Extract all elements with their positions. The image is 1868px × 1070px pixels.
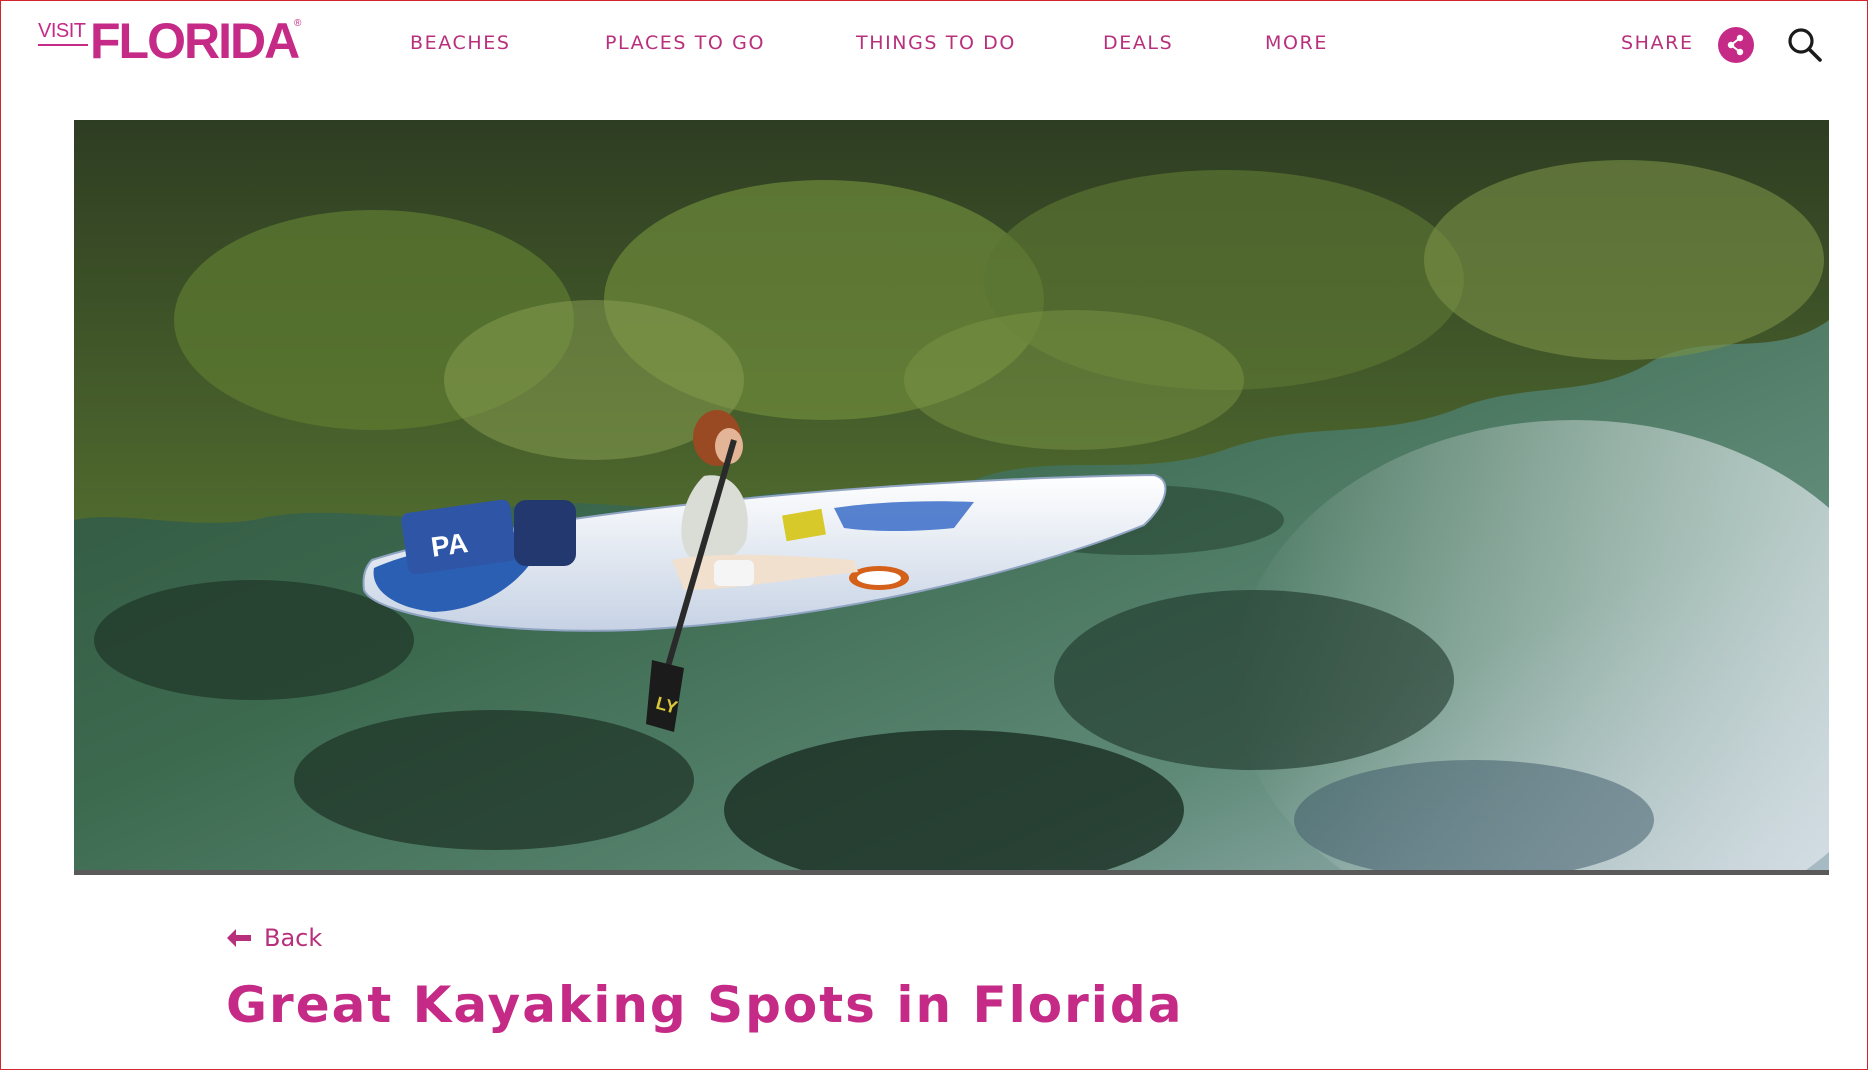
back-label: Back <box>264 924 323 952</box>
page-title: Great Kayaking Spots in Florida <box>226 976 1184 1034</box>
nav-item-more[interactable]: MORE <box>1265 32 1328 54</box>
logo-visit-text: VISIT <box>38 20 86 42</box>
nav-item-places-to-go[interactable]: PLACES TO GO <box>605 32 765 54</box>
svg-text:PA: PA <box>429 527 470 563</box>
hero-image: PA LY <box>74 120 1829 875</box>
share-label[interactable]: SHARE <box>1621 32 1694 54</box>
nav-item-deals[interactable]: DEALS <box>1103 32 1173 54</box>
search-icon[interactable] <box>1786 26 1824 64</box>
nav-item-beaches[interactable]: BEACHES <box>410 32 511 54</box>
share-icon[interactable] <box>1718 27 1754 63</box>
site-header: VISIT FLORIDA ® BEACHES PLACES TO GO THI… <box>0 0 1868 100</box>
logo-florida-text: FLORIDA <box>90 13 300 69</box>
nav-item-things-to-do[interactable]: THINGS TO DO <box>856 32 1016 54</box>
back-button[interactable]: Back <box>226 922 322 954</box>
hero-divider <box>74 870 1829 875</box>
logo-registered-mark: ® <box>294 18 302 29</box>
visit-florida-logo[interactable]: VISIT FLORIDA ® <box>38 14 318 70</box>
logo-underline <box>38 44 88 46</box>
kayak-photo: PA LY <box>74 120 1829 875</box>
arrow-left-icon <box>227 929 251 947</box>
